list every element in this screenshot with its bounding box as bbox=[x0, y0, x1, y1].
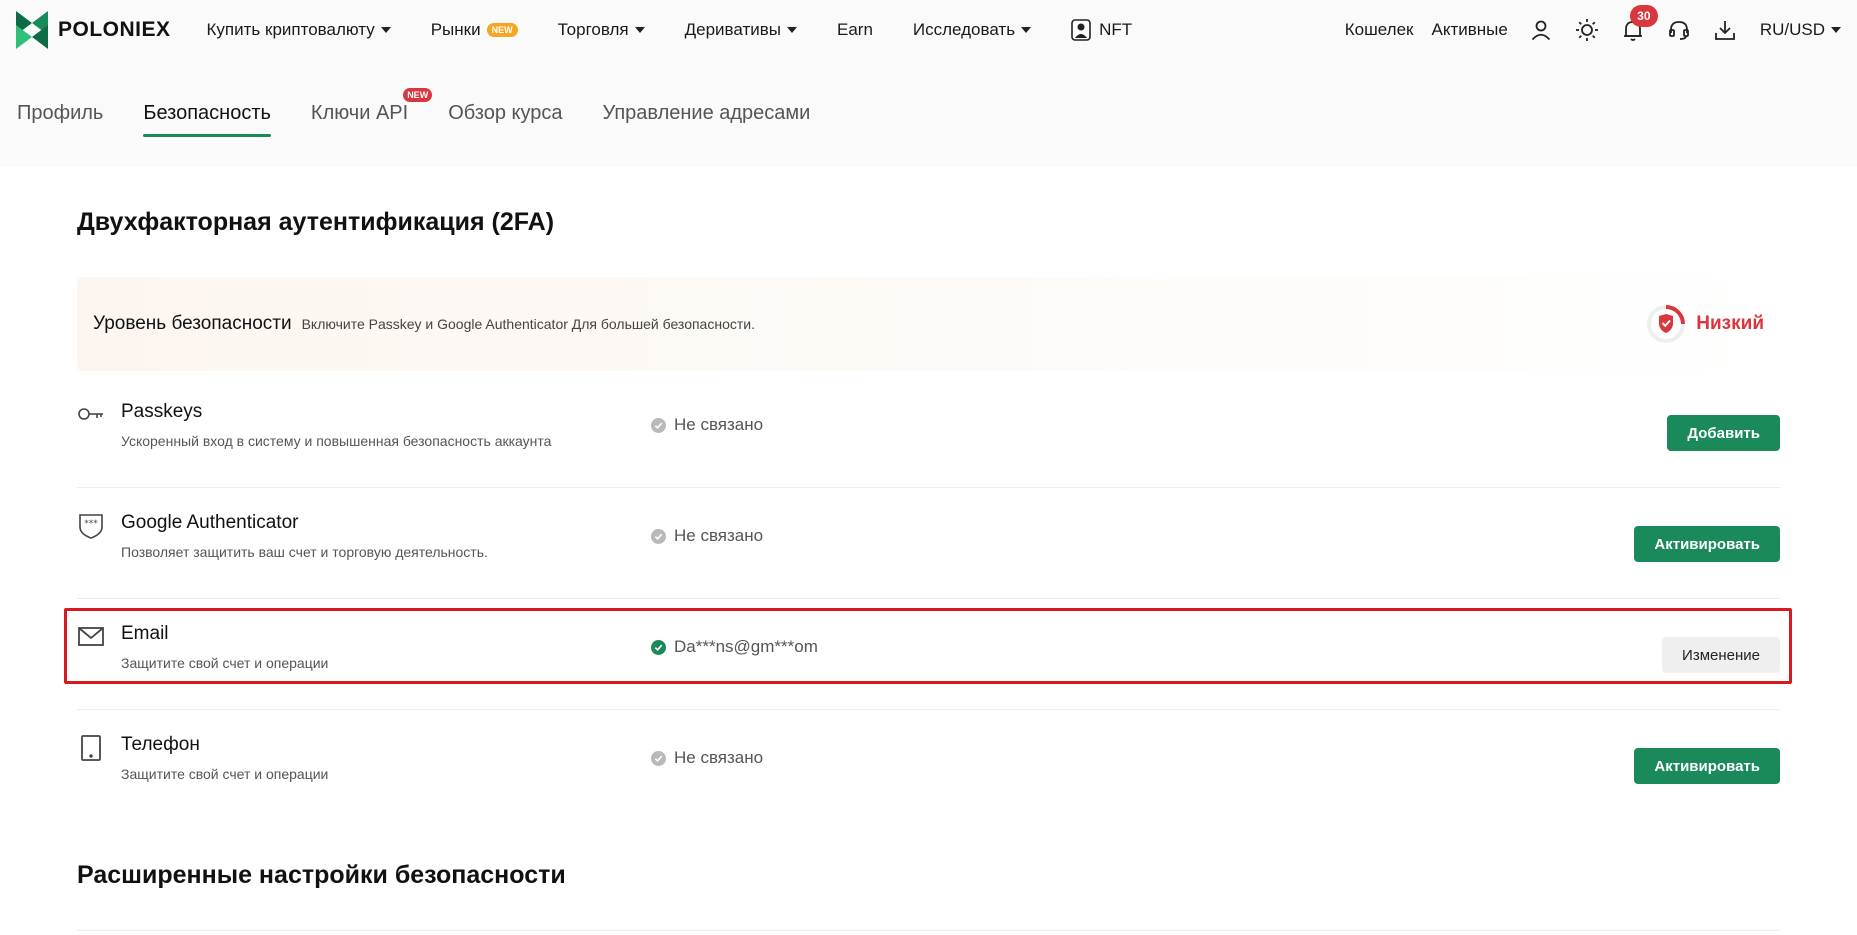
phone-desc: Защитите свой счет и операции bbox=[121, 766, 329, 782]
caret-down-icon bbox=[1831, 27, 1841, 33]
nav-derivatives[interactable]: Деривативы bbox=[685, 20, 797, 40]
brand-name: POLONIEX bbox=[58, 18, 171, 41]
email-desc: Защитите свой счет и операции bbox=[121, 655, 329, 671]
activate-phone-button[interactable]: Активировать bbox=[1634, 748, 1780, 784]
nav-explore-label: Исследовать bbox=[912, 20, 1016, 39]
security-content: Двухфакторная аутентификация (2FA) Урове… bbox=[0, 208, 1857, 931]
nav-nft[interactable]: NFT bbox=[1071, 19, 1132, 41]
tab-rate-overview[interactable]: Обзор курса bbox=[448, 102, 562, 137]
svg-text:***: *** bbox=[84, 519, 98, 529]
phone-status-text: Не связано bbox=[674, 748, 764, 767]
new-badge: NEW bbox=[486, 23, 518, 37]
divider bbox=[77, 930, 1780, 931]
nav-earn[interactable]: Earn bbox=[837, 20, 873, 40]
nav-buy-crypto-label: Купить криптовалюту bbox=[206, 20, 375, 39]
activate-google-authenticator-button[interactable]: Активировать bbox=[1634, 526, 1780, 562]
list-item-google-authenticator: *** Google Authenticator Позволяет защит… bbox=[77, 488, 1780, 599]
twofa-section-title: Двухфакторная аутентификация (2FA) bbox=[77, 208, 555, 236]
caret-down-icon bbox=[1021, 27, 1032, 33]
passkeys-title: Passkeys bbox=[121, 401, 203, 422]
change-email-button[interactable]: Изменение bbox=[1662, 637, 1780, 673]
add-passkey-button[interactable]: Добавить bbox=[1667, 415, 1780, 451]
nav-trade-label: Торговля bbox=[557, 20, 629, 39]
locale-currency-selector[interactable]: RU/USD bbox=[1760, 20, 1841, 40]
new-badge: NEW bbox=[403, 88, 433, 102]
email-title: Email bbox=[121, 623, 169, 644]
phone-info: Телефон Защитите свой счет и операции bbox=[121, 734, 651, 782]
tab-profile[interactable]: Профиль bbox=[17, 102, 103, 137]
authenticator-shield-icon: *** bbox=[77, 512, 105, 540]
top-navigation-bar: POLONIEX Купить криптовалюту Рынки NEW Т… bbox=[0, 0, 1857, 60]
tab-api-keys[interactable]: Ключи API NEW bbox=[310, 88, 433, 137]
twofa-methods-list: Passkeys Ускоренный вход в систему и пов… bbox=[77, 377, 1780, 821]
tab-rate-overview-label: Обзор курса bbox=[448, 102, 563, 124]
passkeys-desc: Ускоренный вход в систему и повышенная б… bbox=[121, 433, 552, 449]
assets-link[interactable]: Активные bbox=[1431, 20, 1507, 40]
passkeys-info: Passkeys Ускоренный вход в систему и пов… bbox=[121, 401, 651, 449]
google-authenticator-desc: Позволяет защитить ваш счет и торговую д… bbox=[121, 544, 488, 560]
theme-sun-icon[interactable] bbox=[1574, 17, 1600, 43]
passkeys-status-text: Не связано bbox=[674, 415, 764, 434]
passkeys-status: Не связано bbox=[651, 415, 763, 435]
shield-check-icon bbox=[1647, 305, 1686, 343]
list-item-email: Email Защитите свой счет и операции Da**… bbox=[77, 599, 1780, 710]
phone-status: Не связано bbox=[651, 748, 763, 768]
google-authenticator-status-text: Не связано bbox=[674, 526, 764, 545]
tab-address-management[interactable]: Управление адресами bbox=[603, 102, 811, 137]
poloniex-logo[interactable]: POLONIEX bbox=[16, 11, 171, 49]
check-circle-icon bbox=[651, 417, 666, 433]
nav-nft-label: NFT bbox=[1099, 20, 1133, 39]
nav-markets-label: Рынки bbox=[430, 20, 481, 39]
nft-avatar-icon bbox=[1071, 19, 1091, 41]
email-status: Da***ns@gm***om bbox=[651, 637, 818, 657]
nav-earn-label: Earn bbox=[837, 20, 873, 39]
header-right-actions: Кошелек Активные 30 RU/USD bbox=[1327, 0, 1841, 60]
nav-markets[interactable]: Рынки NEW bbox=[431, 20, 518, 40]
list-item-phone: Телефон Защитите свой счет и операции Не… bbox=[77, 710, 1780, 821]
security-level-value: Низкий bbox=[1696, 313, 1764, 334]
download-icon[interactable] bbox=[1712, 17, 1738, 43]
google-authenticator-status: Не связано bbox=[651, 526, 763, 546]
nav-trade[interactable]: Торговля bbox=[558, 20, 645, 40]
security-level-panel: Уровень безопасности Включите Passkey и … bbox=[77, 277, 1780, 371]
advanced-security-title: Расширенные настройки безопасности bbox=[77, 861, 566, 889]
nav-buy-crypto[interactable]: Купить криптовалюту bbox=[207, 20, 391, 40]
tab-address-management-label: Управление адресами bbox=[602, 102, 811, 124]
support-headset-icon[interactable] bbox=[1666, 17, 1692, 43]
tab-profile-label: Профиль bbox=[17, 102, 104, 124]
tab-security[interactable]: Безопасность bbox=[143, 102, 271, 137]
envelope-icon bbox=[77, 623, 105, 651]
account-tabs: Профиль Безопасность Ключи API NEW Обзор… bbox=[0, 60, 1857, 166]
check-circle-icon bbox=[651, 639, 666, 655]
caret-down-icon bbox=[787, 27, 797, 33]
wallet-link[interactable]: Кошелек bbox=[1345, 20, 1414, 40]
security-level-status: Низкий bbox=[1646, 304, 1764, 344]
list-item-passkeys: Passkeys Ускоренный вход в систему и пов… bbox=[77, 377, 1780, 488]
tab-api-keys-label: Ключи API bbox=[310, 102, 409, 124]
check-circle-icon bbox=[651, 528, 666, 544]
tab-security-label: Безопасность bbox=[143, 102, 271, 124]
nav-explore[interactable]: Исследовать bbox=[912, 20, 1032, 40]
check-circle-icon bbox=[651, 750, 666, 766]
email-info: Email Защитите свой счет и операции bbox=[121, 623, 651, 671]
email-masked-address: Da***ns@gm***om bbox=[674, 637, 818, 656]
poloniex-logo-icon bbox=[16, 11, 48, 49]
user-icon[interactable] bbox=[1528, 17, 1554, 43]
notification-count-badge: 30 bbox=[1629, 5, 1658, 27]
phone-icon bbox=[77, 734, 105, 762]
main-nav: Купить криптовалюту Рынки NEW Торговля Д… bbox=[207, 19, 1173, 41]
caret-down-icon bbox=[380, 27, 391, 33]
key-icon bbox=[77, 401, 105, 429]
google-authenticator-title: Google Authenticator bbox=[121, 512, 299, 533]
security-level-label: Уровень безопасности bbox=[93, 313, 292, 334]
bell-icon[interactable]: 30 bbox=[1620, 5, 1658, 43]
caret-down-icon bbox=[634, 27, 645, 33]
phone-title: Телефон bbox=[121, 734, 200, 755]
locale-label: RU/USD bbox=[1759, 20, 1825, 39]
google-authenticator-info: Google Authenticator Позволяет защитить … bbox=[121, 512, 651, 560]
nav-derivatives-label: Деривативы bbox=[684, 20, 781, 39]
security-level-hint: Включите Passkey и Google Authenticator … bbox=[301, 316, 755, 332]
